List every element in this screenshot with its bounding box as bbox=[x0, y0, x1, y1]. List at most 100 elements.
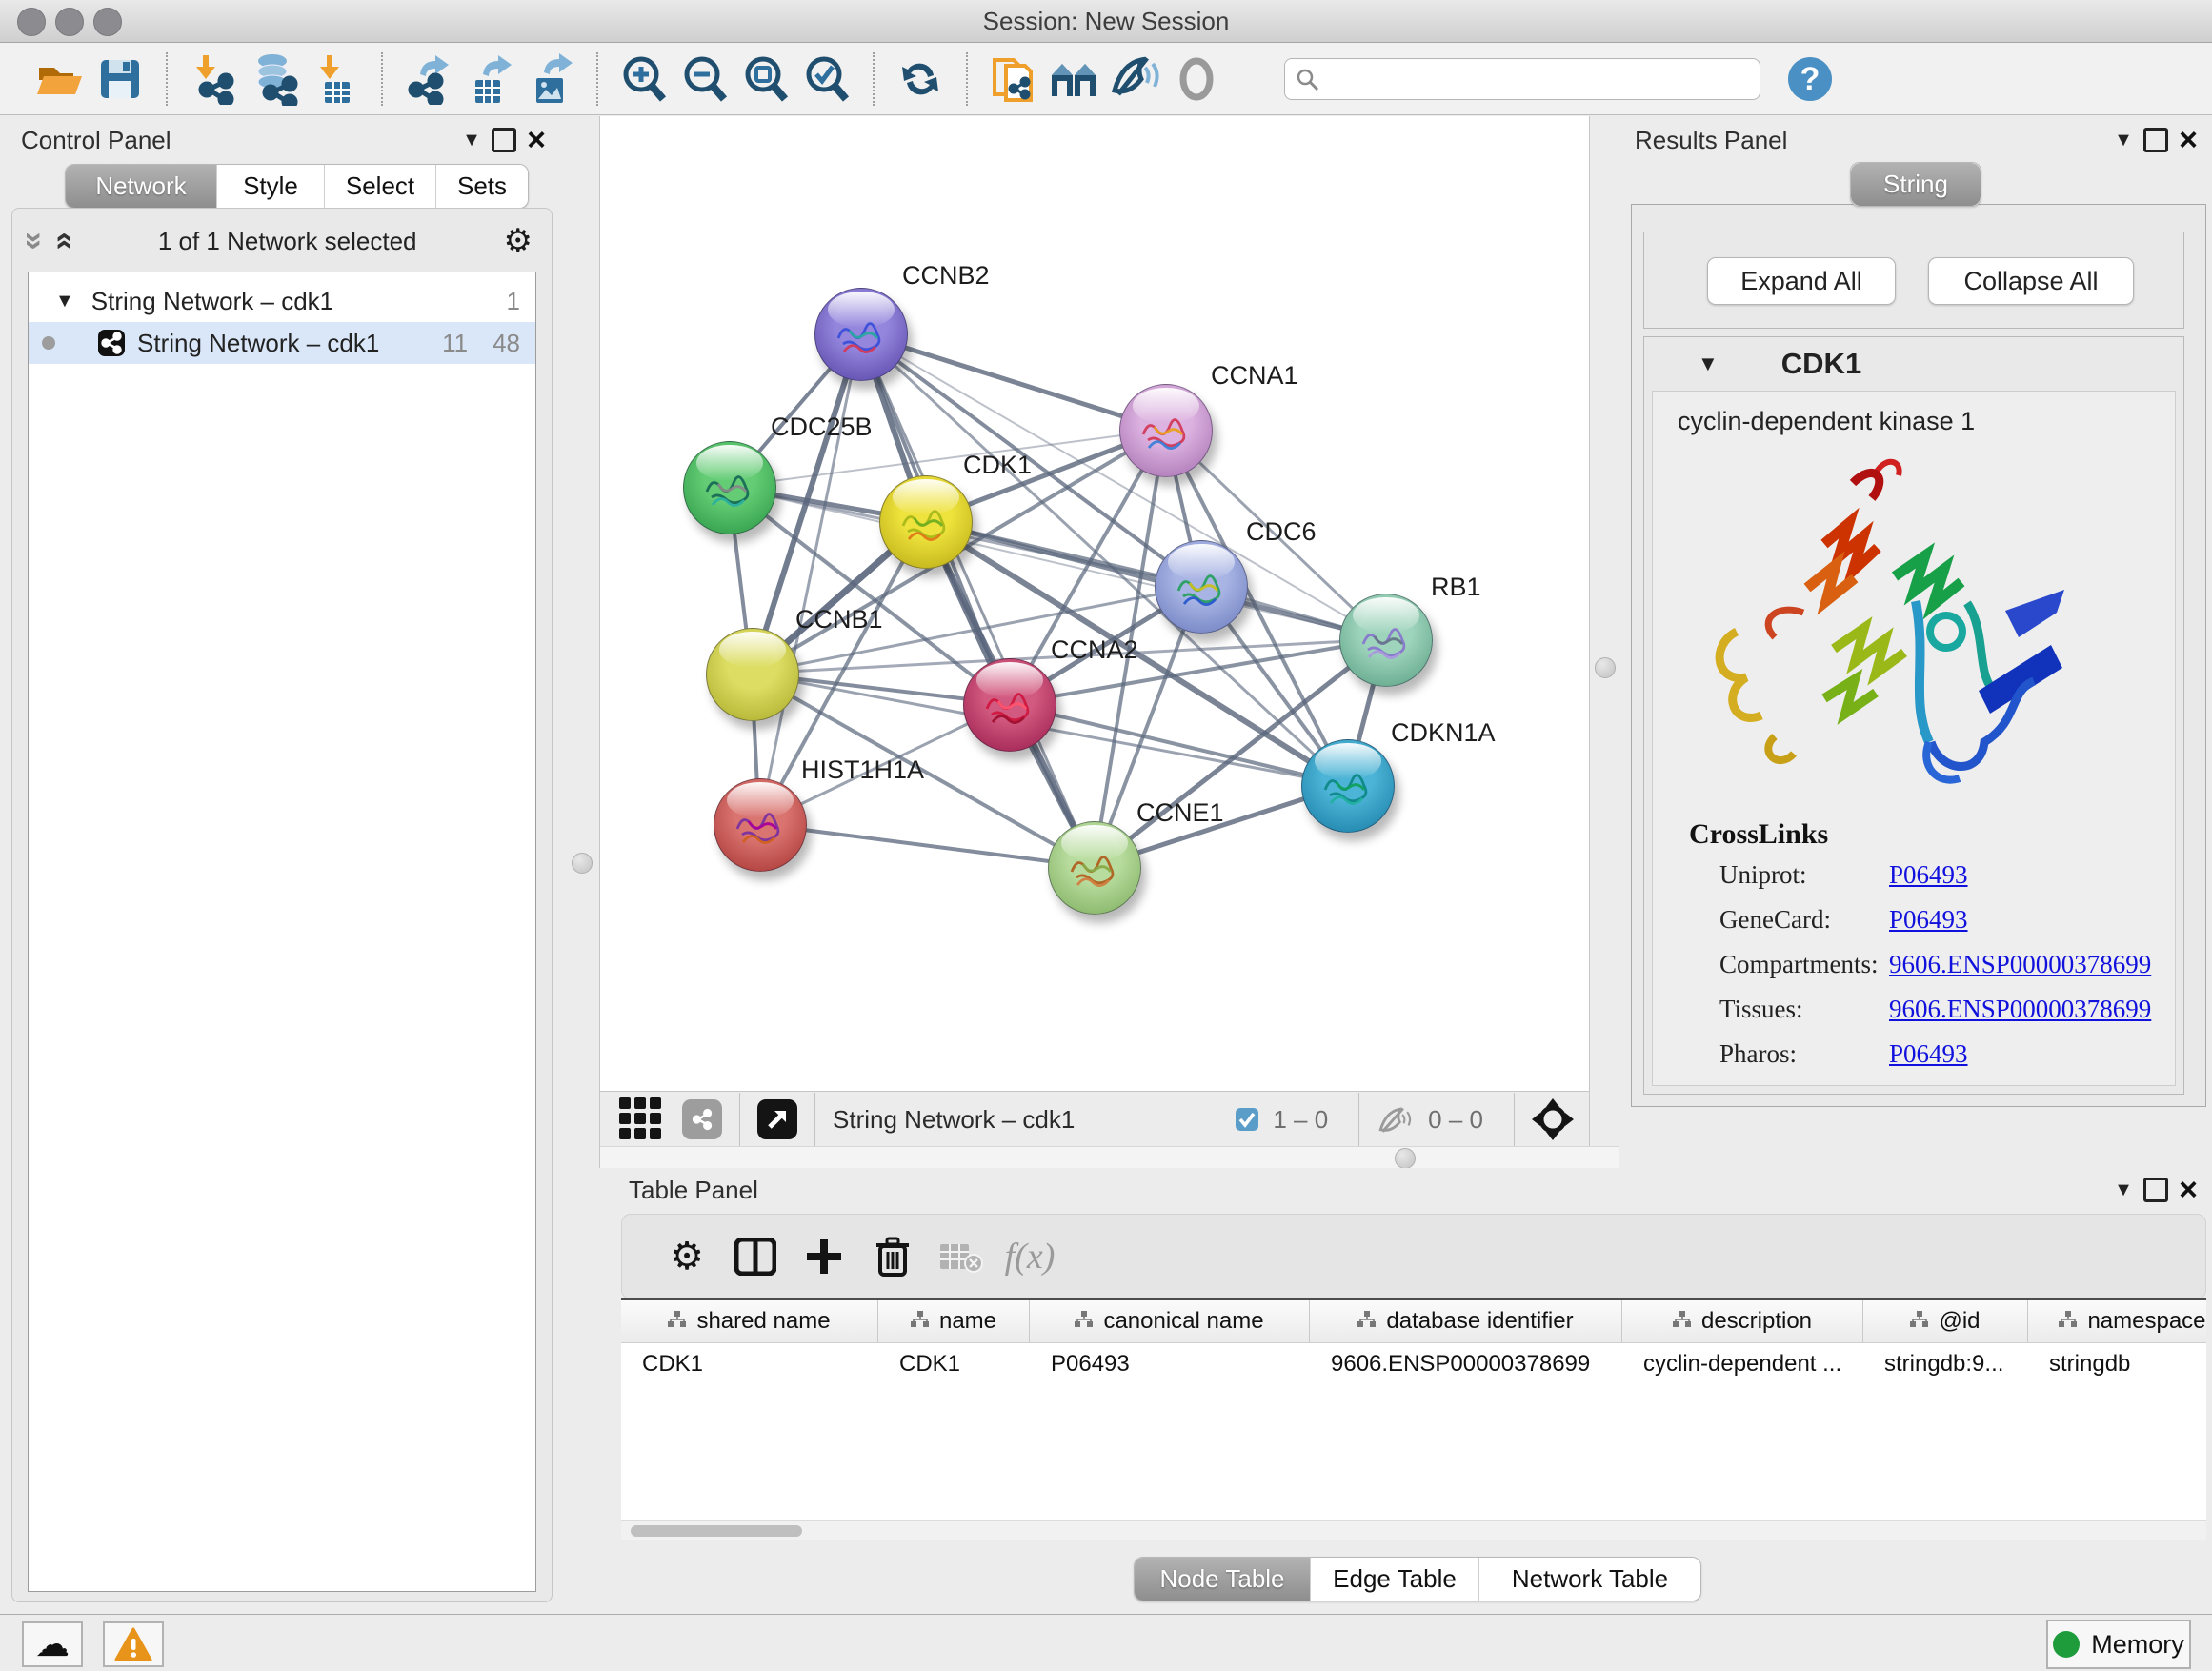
network-node-cdc6[interactable] bbox=[1155, 540, 1248, 634]
hide-selected-button[interactable] bbox=[1105, 49, 1166, 110]
table-cell[interactable]: CDK1 bbox=[621, 1343, 878, 1385]
network-node-ccnb1[interactable] bbox=[706, 628, 799, 721]
collapse-all-button[interactable]: Collapse All bbox=[1928, 257, 2134, 305]
table-cell[interactable]: P06493 bbox=[1030, 1343, 1310, 1385]
expand-all-button[interactable]: Expand All bbox=[1707, 257, 1896, 305]
table-options-gear-icon[interactable]: ⚙ bbox=[653, 1235, 721, 1278]
import-table-file-button[interactable] bbox=[305, 49, 366, 110]
column-header[interactable]: name bbox=[878, 1300, 1030, 1342]
right-splitter[interactable] bbox=[1589, 116, 1590, 1168]
cloud-status-button[interactable]: ☁ bbox=[22, 1621, 83, 1667]
table-panel-collapse-icon[interactable]: ▼ bbox=[2107, 1174, 2140, 1206]
table-cell[interactable]: stringdb bbox=[2028, 1343, 2206, 1385]
import-network-database-button[interactable] bbox=[244, 49, 305, 110]
network-node-cdc25b[interactable] bbox=[683, 441, 776, 534]
export-image-button[interactable] bbox=[520, 49, 581, 110]
network-node-hist1h1a[interactable] bbox=[714, 778, 807, 872]
create-column-plus-icon[interactable] bbox=[790, 1238, 858, 1276]
network-canvas[interactable]: CCNB2CCNA1CDC25BCDK1CDC6RB1CCNB1CCNA2CDK… bbox=[600, 116, 1589, 1091]
apply-layout-button[interactable] bbox=[890, 49, 951, 110]
open-session-button[interactable] bbox=[29, 49, 90, 110]
column-header[interactable]: shared name bbox=[621, 1300, 878, 1342]
zoom-selected-button[interactable] bbox=[796, 49, 857, 110]
first-neighbors-button[interactable] bbox=[1044, 49, 1105, 110]
zoom-fit-button[interactable] bbox=[735, 49, 796, 110]
scrollbar-thumb[interactable] bbox=[631, 1525, 802, 1537]
tab-select[interactable]: Select bbox=[325, 165, 436, 208]
control-panel-float-icon[interactable] bbox=[488, 124, 520, 156]
table-row[interactable]: CDK1CDK1P064939606.ENSP00000378699cyclin… bbox=[621, 1343, 2206, 1385]
crosslink-label: Compartments: bbox=[1719, 950, 1889, 979]
network-node-ccnb2[interactable] bbox=[814, 288, 908, 381]
column-header[interactable]: description bbox=[1622, 1300, 1863, 1342]
tab-network-table[interactable]: Network Table bbox=[1479, 1558, 1700, 1601]
edge[interactable] bbox=[860, 333, 1094, 867]
warning-icon bbox=[114, 1627, 152, 1661]
table-panel-close-icon[interactable]: × bbox=[2172, 1174, 2204, 1206]
section-collapse-icon[interactable]: ▼ bbox=[1698, 352, 1719, 376]
memory-button[interactable]: Memory bbox=[2046, 1620, 2191, 1669]
table-cell[interactable]: cyclin-dependent ... bbox=[1622, 1343, 1863, 1385]
edge[interactable] bbox=[759, 824, 1094, 867]
clone-network-button[interactable] bbox=[983, 49, 1044, 110]
right-splitter-handle[interactable] bbox=[1595, 657, 1616, 678]
network-overview-share-icon[interactable] bbox=[682, 1099, 722, 1139]
network-node-ccne1[interactable] bbox=[1048, 821, 1141, 915]
network-node-rb1[interactable] bbox=[1339, 594, 1433, 687]
control-panel-collapse-icon[interactable]: ▼ bbox=[455, 124, 488, 156]
tab-node-table[interactable]: Node Table bbox=[1135, 1558, 1311, 1601]
results-panel-float-icon[interactable] bbox=[2140, 124, 2172, 156]
export-table-icon bbox=[464, 53, 515, 105]
column-header[interactable]: namespace bbox=[2028, 1300, 2206, 1342]
export-network-button[interactable] bbox=[398, 49, 459, 110]
column-header[interactable]: @id bbox=[1863, 1300, 2028, 1342]
network-row[interactable]: String Network – cdk1 11 48 bbox=[29, 322, 535, 364]
tab-string[interactable]: String bbox=[1851, 163, 1981, 206]
delete-column-trash-icon[interactable] bbox=[858, 1237, 927, 1277]
show-all-button[interactable] bbox=[1166, 49, 1227, 110]
table-cell[interactable]: stringdb:9... bbox=[1863, 1343, 2028, 1385]
zoom-in-button[interactable] bbox=[613, 49, 674, 110]
crosslink-link[interactable]: P06493 bbox=[1889, 905, 1968, 934]
table-panel-float-icon[interactable] bbox=[2140, 1174, 2172, 1206]
tab-network[interactable]: Network bbox=[66, 165, 217, 208]
crosslink-link[interactable]: 9606.ENSP00000378699 bbox=[1889, 950, 2151, 978]
results-panel-close-icon[interactable]: × bbox=[2172, 124, 2204, 156]
tab-edge-table[interactable]: Edge Table bbox=[1311, 1558, 1479, 1601]
crosslink-link[interactable]: P06493 bbox=[1889, 860, 1968, 889]
crosslink-link[interactable]: 9606.ENSP00000378699 bbox=[1889, 995, 2151, 1023]
column-header[interactable]: canonical name bbox=[1030, 1300, 1310, 1342]
collection-expand-icon[interactable]: ▼ bbox=[55, 291, 74, 312]
network-node-cdk1[interactable] bbox=[879, 475, 973, 569]
network-node-ccna2[interactable] bbox=[963, 658, 1056, 752]
selected-checkbox-icon[interactable] bbox=[1235, 1107, 1259, 1132]
column-header[interactable]: database identifier bbox=[1310, 1300, 1622, 1342]
left-splitter-handle[interactable] bbox=[572, 853, 593, 874]
grid-view-icon[interactable] bbox=[619, 1097, 663, 1141]
horizontal-splitter-handle[interactable] bbox=[1395, 1148, 1416, 1169]
table-cell[interactable]: 9606.ENSP00000378699 bbox=[1310, 1343, 1622, 1385]
zoom-out-button[interactable] bbox=[674, 49, 735, 110]
results-panel-collapse-icon[interactable]: ▼ bbox=[2107, 124, 2140, 156]
show-columns-icon[interactable] bbox=[721, 1238, 790, 1276]
table-horizontal-scrollbar[interactable] bbox=[621, 1520, 2206, 1540]
network-node-cdkn1a[interactable] bbox=[1301, 739, 1395, 833]
import-network-file-button[interactable] bbox=[183, 49, 244, 110]
control-panel-close-icon[interactable]: × bbox=[520, 124, 553, 156]
table-cell[interactable]: CDK1 bbox=[878, 1343, 1030, 1385]
search-input[interactable] bbox=[1284, 58, 1760, 100]
warnings-button[interactable] bbox=[103, 1621, 164, 1667]
tab-sets[interactable]: Sets bbox=[436, 165, 528, 208]
export-table-button[interactable] bbox=[459, 49, 520, 110]
network-node-ccna1[interactable] bbox=[1119, 384, 1213, 477]
help-button[interactable]: ? bbox=[1780, 49, 1840, 110]
center-view-crosshair-icon[interactable] bbox=[1532, 1098, 1574, 1140]
tab-style[interactable]: Style bbox=[217, 165, 325, 208]
expand-all-networks-icon[interactable]: » bbox=[48, 232, 76, 251]
crosslink-link[interactable]: P06493 bbox=[1889, 1039, 1968, 1068]
result-section-header[interactable]: ▼ CDK1 bbox=[1644, 337, 2183, 391]
birds-eye-view-button[interactable] bbox=[757, 1099, 797, 1139]
network-options-gear-icon[interactable]: ⚙ bbox=[504, 222, 533, 260]
network-collection-row[interactable]: ▼ String Network – cdk1 1 bbox=[29, 280, 535, 322]
save-session-button[interactable] bbox=[90, 49, 151, 110]
